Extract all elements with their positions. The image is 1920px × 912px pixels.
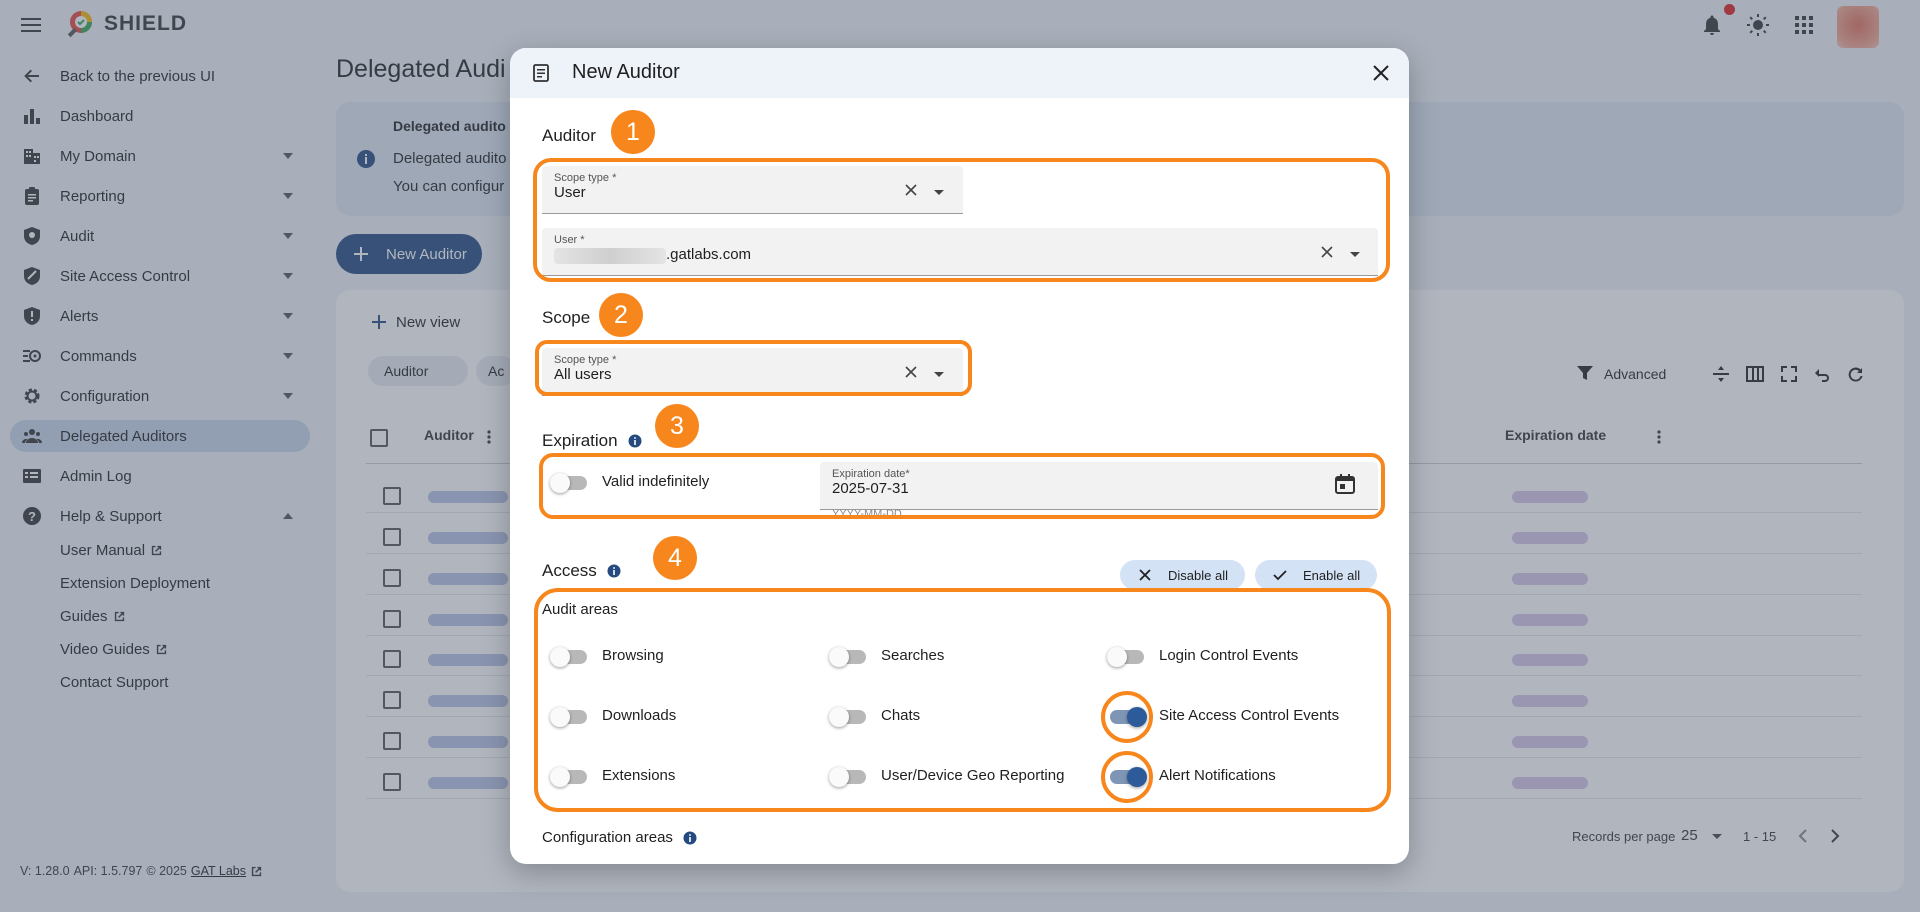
access-section-title: Access	[542, 561, 621, 581]
dialog-header: New Auditor	[510, 48, 1409, 98]
field-value: User	[554, 184, 586, 201]
toggle-knob	[550, 707, 570, 727]
dropdown-arrow-icon[interactable]	[934, 372, 944, 377]
field-value: All users	[554, 366, 612, 383]
clear-icon[interactable]	[904, 365, 918, 379]
audit-area-toggle[interactable]	[1110, 767, 1147, 787]
info-icon[interactable]	[628, 434, 642, 448]
audit-area-toggle[interactable]	[550, 767, 587, 787]
audit-area-toggle[interactable]	[829, 707, 866, 727]
field-label: Expiration date*	[832, 468, 910, 480]
audit-area-toggle[interactable]	[550, 707, 587, 727]
step-badge-4: 4	[653, 536, 697, 580]
scope-type-select[interactable]: Scope type * All users	[542, 348, 963, 396]
section-heading: Configuration areas	[542, 829, 673, 846]
date-format-hint: YYYY-MM-DD	[832, 508, 902, 520]
section-heading: Access	[542, 561, 597, 580]
audit-area-toggle[interactable]	[829, 767, 866, 787]
scope-section-title: Scope	[542, 308, 590, 328]
step-badge-1: 1	[611, 110, 655, 154]
auditor-section-title: Auditor	[542, 126, 596, 146]
audit-area-label: Extensions	[602, 767, 676, 784]
document-icon	[533, 64, 549, 82]
calendar-icon[interactable]	[1334, 473, 1356, 495]
audit-area-label: Alert Notifications	[1159, 767, 1276, 784]
audit-area-toggle[interactable]	[1107, 647, 1144, 667]
valid-indefinitely-label: Valid indefinitely	[602, 473, 710, 490]
field-label: User *	[554, 234, 585, 246]
step-badge-3: 3	[655, 404, 699, 448]
audit-area-toggle[interactable]	[829, 647, 866, 667]
clear-icon[interactable]	[904, 183, 918, 197]
dialog-title: New Auditor	[572, 61, 680, 83]
toggle-knob	[829, 647, 849, 667]
field-label: Scope type *	[554, 172, 617, 184]
auditor-user-select[interactable]: User * .gatlabs.com	[542, 228, 1378, 276]
configuration-areas-title: Configuration areas	[542, 829, 697, 846]
toggle-knob	[829, 707, 849, 727]
toggle-knob	[550, 647, 570, 667]
field-value: .gatlabs.com	[666, 246, 752, 263]
audit-area-toggle[interactable]	[550, 647, 587, 667]
disable-all-label: Disable all	[1168, 567, 1228, 583]
close-icon	[1139, 569, 1151, 581]
dropdown-arrow-icon[interactable]	[934, 190, 944, 195]
toggle-knob	[550, 473, 570, 493]
audit-area-label: Searches	[881, 647, 945, 664]
toggle-knob	[829, 767, 849, 787]
toggle-knob	[1127, 767, 1147, 787]
field-label: Scope type *	[554, 354, 617, 366]
valid-indefinitely-toggle[interactable]	[550, 473, 587, 493]
toggle-knob	[550, 767, 570, 787]
check-icon	[1273, 570, 1287, 581]
info-icon[interactable]	[683, 831, 697, 845]
audit-areas-heading: Audit areas	[542, 601, 618, 618]
audit-area-label: User/Device Geo Reporting	[881, 767, 1065, 784]
auditor-scope-type-select[interactable]: Scope type * User	[542, 166, 963, 214]
redacted-email-prefix	[554, 248, 666, 264]
clear-icon[interactable]	[1320, 245, 1334, 259]
expiration-section-title: Expiration	[542, 431, 642, 451]
audit-area-label: Chats	[881, 707, 921, 724]
toggle-knob	[1107, 647, 1127, 667]
toggle-knob	[1127, 707, 1147, 727]
new-auditor-dialog: New Auditor Auditor 1 Scope type * User …	[510, 48, 1409, 864]
dropdown-arrow-icon[interactable]	[1350, 252, 1360, 257]
enable-all-label: Enable all	[1303, 567, 1361, 583]
audit-area-label: Browsing	[602, 647, 664, 664]
expiration-date-field[interactable]: Expiration date* 2025-07-31	[820, 462, 1378, 510]
step-badge-2: 2	[599, 293, 643, 337]
enable-all-button[interactable]: Enable all	[1255, 560, 1377, 590]
audit-area-toggle[interactable]	[1110, 707, 1147, 727]
section-heading: Expiration	[542, 431, 618, 450]
audit-area-label: Site Access Control Events	[1159, 707, 1340, 724]
section-heading: Scope	[542, 308, 591, 327]
close-icon[interactable]	[1372, 64, 1390, 82]
audit-area-label: Login Control Events	[1159, 647, 1299, 664]
audit-area-label: Downloads	[602, 707, 677, 724]
disable-all-button[interactable]: Disable all	[1120, 560, 1245, 590]
info-icon[interactable]	[607, 564, 621, 578]
section-heading: Auditor	[542, 126, 596, 145]
field-value: 2025-07-31	[832, 480, 909, 497]
